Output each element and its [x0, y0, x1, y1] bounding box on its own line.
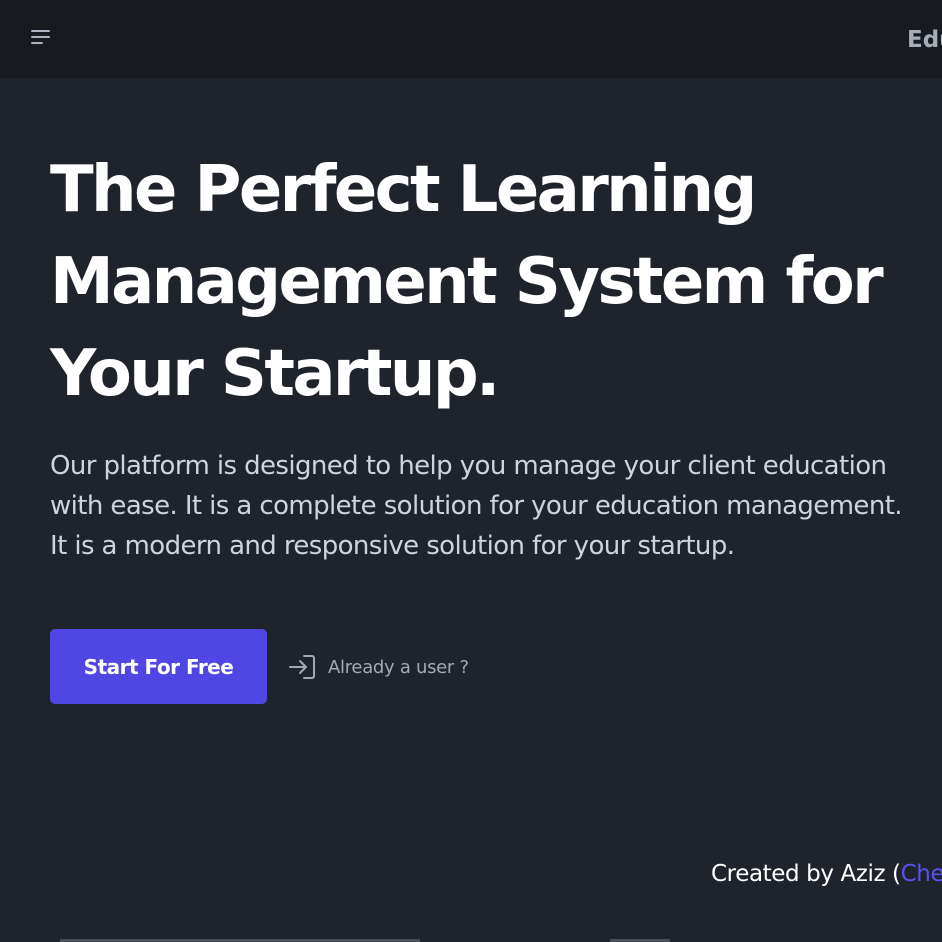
- hero-headline: The Perfect Learning Management System f…: [50, 153, 884, 411]
- hero-description: Our platform is designed to help you man…: [50, 451, 903, 561]
- menu-icon: [31, 30, 50, 44]
- already-a-user-link[interactable]: Already a user ?: [288, 652, 469, 682]
- start-for-free-button[interactable]: Start For Free: [50, 629, 267, 704]
- top-navbar: Edu: [0, 0, 942, 78]
- brand-logo-text[interactable]: Edu: [907, 25, 942, 55]
- login-icon: [289, 655, 315, 679]
- credit-prefix: Created by Aziz (: [711, 861, 901, 887]
- credit-text: Created by Aziz (Che: [711, 857, 942, 891]
- menu-button[interactable]: [22, 20, 60, 58]
- credit-link[interactable]: Che: [901, 861, 942, 887]
- already-a-user-label: Already a user ?: [328, 656, 469, 678]
